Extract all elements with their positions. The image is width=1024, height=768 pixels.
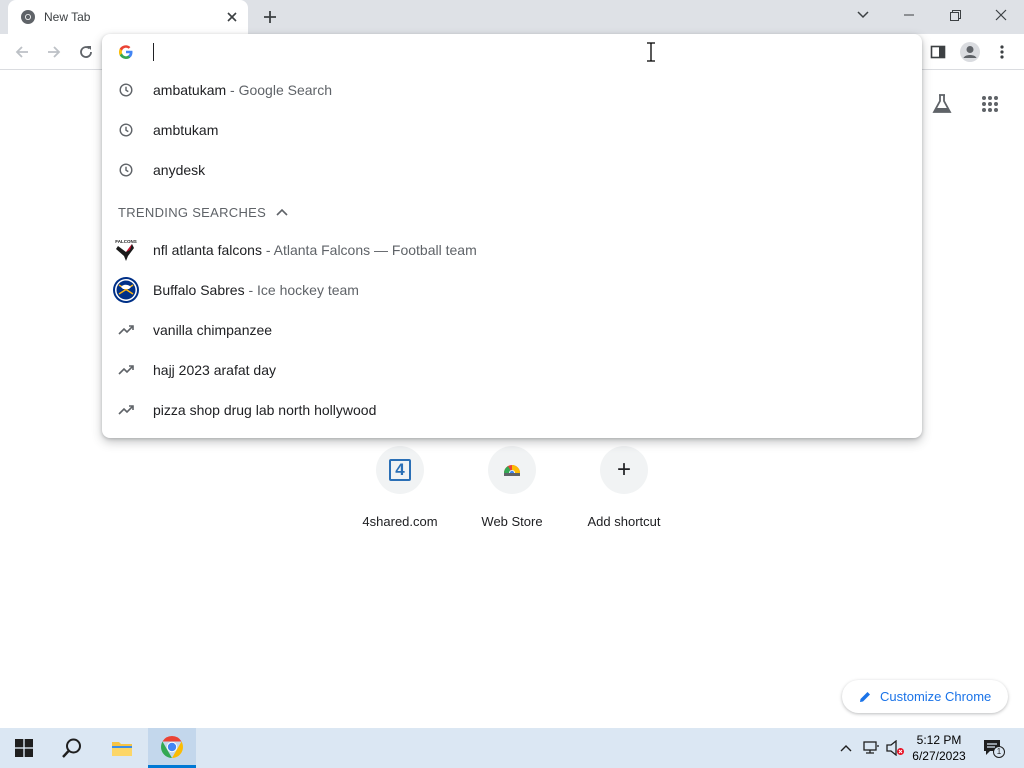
apps-grid-icon	[982, 96, 998, 112]
falcons-logo-icon: FALCONS	[112, 238, 140, 262]
shortcut-add[interactable]: + Add shortcut	[568, 446, 680, 536]
back-button[interactable]	[8, 38, 36, 66]
sabres-logo-icon	[112, 276, 140, 304]
shortcut-4shared[interactable]: 4 4shared.com	[344, 446, 456, 536]
profile-button[interactable]	[956, 38, 984, 66]
chevron-down-icon	[857, 11, 869, 19]
chrome-icon	[20, 9, 36, 25]
search-button[interactable]	[48, 728, 96, 768]
reload-button[interactable]	[72, 38, 100, 66]
trending-row[interactable]: FALCONS nfl atlanta falcons - Atlanta Fa…	[102, 230, 922, 270]
google-g-icon	[118, 44, 134, 60]
trending-header[interactable]: TRENDING SEARCHES	[118, 204, 288, 220]
chrome-taskbar-button[interactable]	[148, 728, 196, 768]
shortcut-label: 4shared.com	[362, 514, 438, 529]
suggestion-text: nfl atlanta falcons - Atlanta Falcons — …	[153, 242, 477, 258]
windows-logo-icon	[15, 739, 33, 757]
trending-icon	[114, 318, 138, 342]
close-icon	[995, 9, 1007, 21]
minimize-icon	[904, 14, 914, 16]
side-panel-icon	[930, 45, 946, 59]
shortcut-label: Web Store	[481, 514, 543, 529]
suggestion-text: ambatukam - Google Search	[153, 82, 332, 98]
close-icon	[227, 12, 237, 22]
suggestion-text: Buffalo Sabres - Ice hockey team	[153, 282, 359, 298]
trending-row[interactable]: hajj 2023 arafat day	[102, 350, 922, 390]
plus-icon: +	[616, 456, 631, 483]
trending-icon	[114, 398, 138, 422]
folder-icon	[112, 742, 132, 756]
kebab-menu-icon	[1000, 45, 1004, 59]
ibeam-cursor-icon	[647, 42, 655, 62]
new-tab-button[interactable]	[256, 4, 284, 30]
window-close-button[interactable]	[978, 0, 1024, 30]
suggestion-text: anydesk	[153, 162, 206, 178]
suggestion-row[interactable]: anydesk	[102, 150, 922, 190]
taskbar: 5:12 PM 6/27/2023 1	[0, 728, 1024, 768]
restore-icon	[949, 9, 961, 21]
arrow-right-icon	[48, 46, 61, 58]
tab-title: New Tab	[44, 10, 91, 24]
suggestion-text: pizza shop drug lab north hollywood	[153, 402, 377, 418]
suggestion-text: vanilla chimpanzee	[153, 322, 273, 338]
google-apps-button[interactable]	[974, 88, 1006, 120]
shortcut-label: Add shortcut	[587, 514, 661, 529]
side-panel-button[interactable]	[924, 38, 952, 66]
trending-row[interactable]: vanilla chimpanzee	[102, 310, 922, 350]
clock-date: 6/27/2023	[912, 749, 966, 763]
tab-close-button[interactable]	[220, 5, 244, 29]
suggestion-row[interactable]: ambatukam - Google Search	[102, 70, 922, 110]
system-clock[interactable]: 5:12 PM 6/27/2023	[906, 732, 972, 764]
omnibox[interactable]	[102, 34, 922, 70]
chevron-up-icon[interactable]	[836, 738, 856, 758]
customize-chrome-button[interactable]: Customize Chrome	[842, 680, 1008, 713]
trending-icon	[114, 358, 138, 382]
shortcut-tile	[488, 446, 536, 494]
restore-button[interactable]	[932, 0, 978, 30]
notification-center-button[interactable]: 1	[982, 738, 1005, 758]
chrome-icon	[161, 735, 183, 758]
shortcut-web-store[interactable]: Web Store	[456, 446, 568, 536]
forward-button[interactable]	[40, 38, 68, 66]
search-icon	[62, 738, 81, 758]
flask-icon	[932, 94, 952, 113]
web-store-icon	[504, 465, 520, 476]
tab-search-button[interactable]	[840, 0, 886, 30]
minimize-button[interactable]	[886, 0, 932, 30]
network-icon[interactable]	[861, 738, 881, 758]
trending-header-label: TRENDING SEARCHES	[118, 204, 267, 220]
start-button[interactable]	[0, 728, 48, 768]
reload-icon	[80, 46, 92, 58]
tab-strip: New Tab	[0, 0, 1024, 34]
menu-button[interactable]	[988, 38, 1016, 66]
4shared-icon: 4	[389, 459, 411, 481]
labs-button[interactable]	[926, 88, 958, 120]
suggestion-text: hajj 2023 arafat day	[153, 362, 276, 378]
plus-icon	[264, 11, 276, 23]
tab-new-tab[interactable]: New Tab	[8, 0, 248, 34]
avatar-icon	[960, 42, 980, 62]
notification-count-badge: 1	[993, 746, 1005, 758]
shortcut-tile: 4	[376, 446, 424, 494]
shortcut-tile: +	[600, 446, 648, 494]
history-icon	[114, 158, 138, 182]
pencil-icon	[860, 691, 870, 702]
history-icon	[114, 118, 138, 142]
omnibox-input[interactable]	[152, 40, 892, 64]
svg-text:FALCONS: FALCONS	[115, 239, 137, 244]
clock-time: 5:12 PM	[916, 733, 962, 747]
suggestion-row[interactable]: ambtukam	[102, 110, 922, 150]
text-caret	[153, 43, 154, 61]
omnibox-dropdown: ambatukam - Google Search ambtukam anyde…	[102, 34, 922, 438]
file-explorer-button[interactable]	[98, 728, 146, 768]
volume-muted-icon[interactable]	[885, 738, 905, 758]
chevron-up-icon[interactable]	[276, 208, 288, 216]
arrow-left-icon	[15, 46, 28, 58]
customize-chrome-label: Customize Chrome	[880, 689, 992, 704]
history-icon	[114, 78, 138, 102]
trending-row[interactable]: pizza shop drug lab north hollywood	[102, 390, 922, 430]
suggestion-text: ambtukam	[153, 122, 219, 138]
trending-row[interactable]: Buffalo Sabres - Ice hockey team	[102, 270, 922, 310]
